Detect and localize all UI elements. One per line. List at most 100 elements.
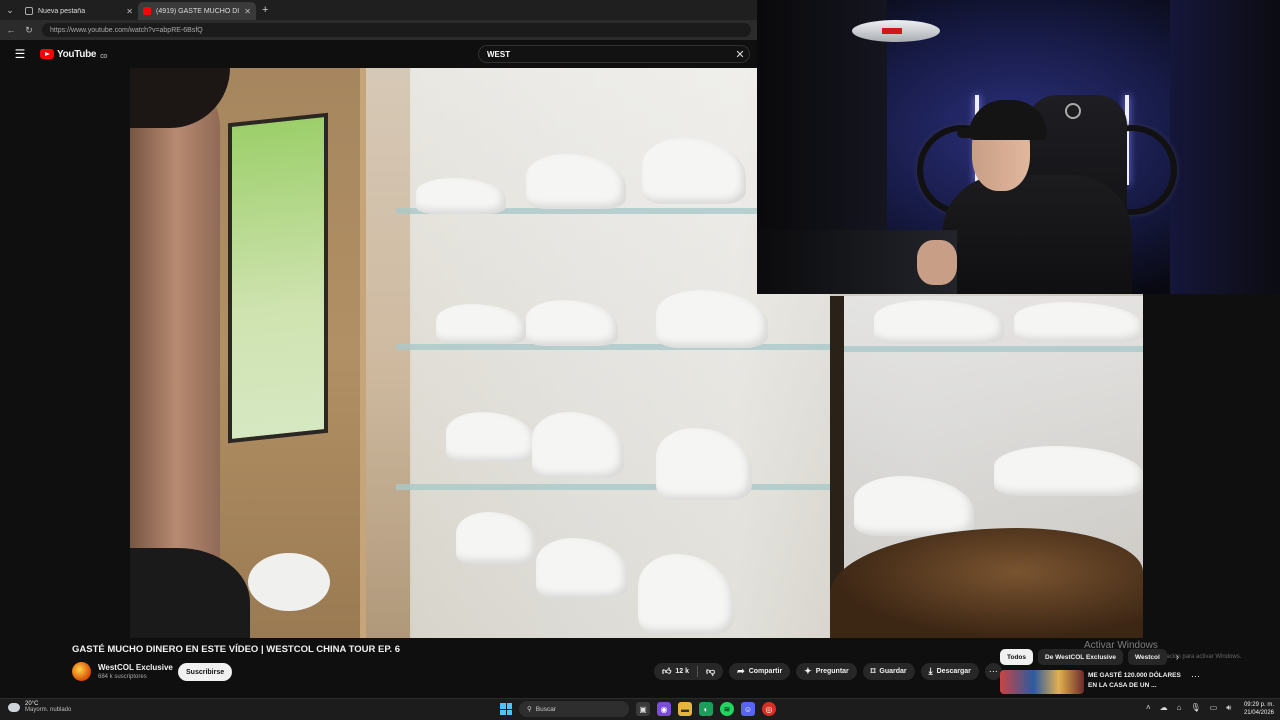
volume-icon[interactable]: 🔊︎ xyxy=(1226,703,1231,713)
windows-start-icon[interactable] xyxy=(500,703,512,715)
back-arrow-icon[interactable]: ← xyxy=(6,25,16,35)
chip-de-westcol-exclusive[interactable]: De WestCOL Exclusive xyxy=(1038,649,1123,665)
search-icon: ⚲ xyxy=(527,706,532,713)
download-icon: ⤓ xyxy=(928,666,933,676)
chrome-icon[interactable]: ◎ xyxy=(762,702,776,716)
chip-westcol[interactable]: Westcol xyxy=(1127,649,1167,665)
subscribe-button[interactable]: Suscribirse xyxy=(178,663,233,681)
file-explorer-icon[interactable]: ▬ xyxy=(678,702,692,716)
chip-todos[interactable]: Todos xyxy=(1000,649,1034,665)
network-icon[interactable]: ⌂ xyxy=(1177,703,1182,713)
download-label: Descargar xyxy=(936,668,971,675)
shelf xyxy=(396,344,836,350)
related-filter-chips: Todos De WestCOL Exclusive Westcol › xyxy=(1000,649,1179,665)
sneaker xyxy=(656,290,768,348)
webcam-blimp xyxy=(852,20,940,42)
task-view-icon[interactable]: ▣ xyxy=(636,702,650,716)
save-button[interactable]: ⌑ Guardar xyxy=(862,663,915,680)
search-box: ✕ xyxy=(478,45,750,63)
taskbar-search[interactable]: ⚲ Buscar xyxy=(519,701,629,717)
clear-search-icon[interactable]: ✕ xyxy=(731,48,749,61)
sneaker xyxy=(526,154,626,209)
display-icon[interactable]: ▭ xyxy=(1210,703,1218,713)
sparkle-icon: ✦ xyxy=(804,666,812,676)
youtube-play-icon xyxy=(40,49,54,59)
url-field[interactable]: https://www.youtube.com/watch?v=abpRE-6B… xyxy=(42,23,751,37)
taskbar-search-label: Buscar xyxy=(535,705,556,713)
subscriber-count: 684 k suscriptores xyxy=(98,674,147,680)
sneaker xyxy=(874,300,1004,344)
taskbar-clock[interactable]: 09:29 p. m. 21/04/2026 xyxy=(1238,701,1274,717)
ask-button[interactable]: ✦ Preguntar xyxy=(796,663,857,680)
close-icon[interactable]: ✕ xyxy=(244,7,251,16)
sneaker xyxy=(436,304,526,344)
chevron-right-icon[interactable]: › xyxy=(1176,652,1179,663)
webcam-person-hand xyxy=(917,240,957,285)
system-tray: ˄ ☁ ⌂ 🎙︎ ▭ 🔊︎ xyxy=(1146,703,1231,713)
address-bar-row: ← ↻ https://www.youtube.com/watch?v=abpR… xyxy=(0,20,757,40)
channel-name[interactable]: WestCOL Exclusive xyxy=(98,663,173,672)
edge-icon[interactable]: ◐ xyxy=(699,702,713,716)
shelf xyxy=(396,484,836,490)
page-icon xyxy=(25,7,33,15)
reload-icon[interactable]: ↻ xyxy=(24,25,34,36)
sneaker xyxy=(1014,302,1143,342)
tab-title: Nueva pestaña xyxy=(38,7,86,15)
youtube-favicon-icon xyxy=(143,7,151,15)
cloud-icon xyxy=(8,702,20,712)
video-cup xyxy=(248,553,330,611)
cloud-sync-icon[interactable]: ☁ xyxy=(1160,703,1168,713)
sneaker xyxy=(536,538,628,598)
share-label: Compartir xyxy=(748,668,783,675)
windows-taskbar: 20°C Mayorm. nublado ⚲ Buscar ▣ ◉ ▬ ◐ ≋ … xyxy=(0,698,1280,720)
new-tab-plus-icon[interactable]: + xyxy=(256,4,274,16)
sneaker xyxy=(854,476,974,536)
spotify-icon[interactable]: ≋ xyxy=(720,702,734,716)
like-dislike-group: 👍︎ 12 k 👎︎ xyxy=(654,663,724,680)
sneaker xyxy=(446,412,536,462)
share-button[interactable]: ➦ Compartir xyxy=(729,663,791,680)
download-button[interactable]: ⤓ Descargar xyxy=(920,663,979,680)
url-text: https://www.youtube.com/watch?v=abpRE-6B… xyxy=(50,26,203,34)
clock-date: 21/04/2026 xyxy=(1243,710,1274,716)
share-icon: ➦ xyxy=(737,666,745,676)
youtube-logo[interactable]: YouTube CO xyxy=(40,48,107,60)
more-options-icon[interactable]: ⋯ xyxy=(1191,671,1200,682)
search-input[interactable] xyxy=(487,49,731,59)
like-count: 12 k xyxy=(675,668,690,675)
taskbar-apps: ⚲ Buscar ▣ ◉ ▬ ◐ ≋ ☺ ◎ xyxy=(500,701,776,717)
close-icon[interactable]: ✕ xyxy=(126,7,133,16)
recommended-thumbnail[interactable] xyxy=(1000,670,1084,694)
dislike-button[interactable]: 👎︎ xyxy=(698,663,723,680)
tab-youtube-video[interactable]: (4919) GASTÉ MUCHO DINERO EN ✕ xyxy=(138,2,256,20)
thumbs-up-icon: 👍︎ xyxy=(662,666,672,676)
chevron-up-icon[interactable]: ˄ xyxy=(1146,703,1151,713)
browser-tab-bar: ⌄ Nueva pestaña ✕ (4919) GASTÉ MUCHO DIN… xyxy=(0,0,757,20)
copilot-icon[interactable]: ◉ xyxy=(657,702,671,716)
microphone-icon[interactable]: 🎙︎ xyxy=(1191,703,1201,713)
ask-label: Preguntar xyxy=(815,668,849,675)
youtube-header: ☰ YouTube CO ✕ xyxy=(0,40,757,68)
video-title: GASTÉ MUCHO DINERO EN ESTE VÍDEO | WESTC… xyxy=(72,644,400,655)
thumbs-down-icon: 👎︎ xyxy=(706,666,716,676)
weather-widget[interactable]: 20°C Mayorm. nublado xyxy=(8,701,71,713)
tab-search-chevron-icon[interactable]: ⌄ xyxy=(0,0,20,20)
channel-avatar[interactable] xyxy=(72,662,91,681)
sneaker xyxy=(994,446,1143,496)
discord-icon[interactable]: ☺ xyxy=(741,702,755,716)
sneaker xyxy=(532,412,624,478)
like-button[interactable]: 👍︎ 12 k xyxy=(654,663,697,680)
recommended-title[interactable]: ME GASTÉ 120.000 DÓLARES EN LA CASA DE U… xyxy=(1088,671,1184,691)
webcam-person-cap-brim xyxy=(957,128,1007,138)
bookmark-icon: ⌑ xyxy=(870,666,876,676)
save-label: Guardar xyxy=(879,668,907,675)
shelf xyxy=(844,346,1143,352)
clock-time: 09:29 p. m. xyxy=(1243,702,1274,708)
weather-description: Mayorm. nublado xyxy=(25,707,72,713)
sneaker xyxy=(456,512,536,564)
tab-nueva-pestana[interactable]: Nueva pestaña ✕ xyxy=(20,2,138,20)
tab-title: (4919) GASTÉ MUCHO DINERO EN xyxy=(156,7,240,15)
menu-icon[interactable]: ☰ xyxy=(0,47,40,61)
sneaker xyxy=(642,138,746,204)
sneaker xyxy=(638,554,734,634)
